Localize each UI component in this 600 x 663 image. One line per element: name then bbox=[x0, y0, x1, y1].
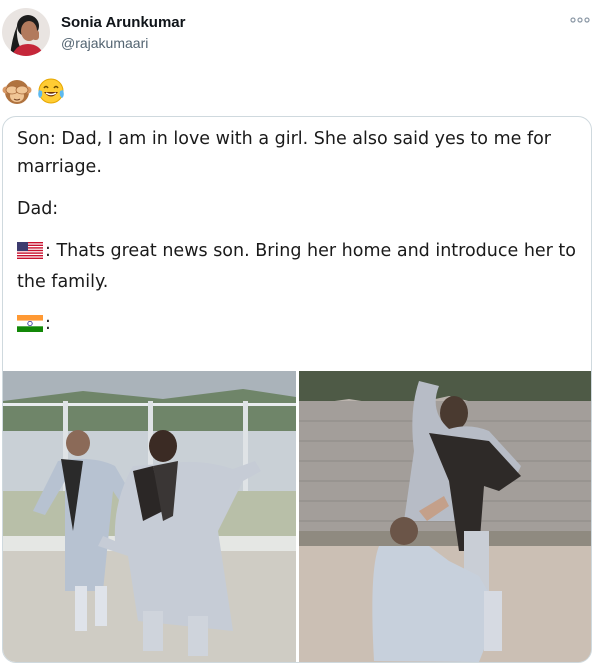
india-flag-icon bbox=[17, 313, 43, 341]
meme-text-block: Son: Dad, I am in love with a girl. She … bbox=[17, 125, 577, 341]
meme-india-text: : bbox=[45, 314, 51, 334]
tweet-emoji-text bbox=[2, 76, 66, 108]
meme-line-us: : Thats great news son. Bring her home a… bbox=[17, 237, 577, 296]
photo-left[interactable] bbox=[3, 371, 296, 662]
see-no-evil-monkey-icon bbox=[2, 76, 32, 106]
us-flag-icon bbox=[17, 240, 43, 268]
photo-right[interactable] bbox=[299, 371, 591, 662]
meme-line-dad: Dad: bbox=[17, 199, 59, 219]
meme-line-india: : bbox=[17, 310, 577, 341]
display-name[interactable]: Sonia Arunkumar bbox=[61, 14, 185, 31]
meme-us-text: : Thats great news son. Bring her home a… bbox=[17, 241, 576, 292]
user-handle[interactable]: @rajakumaari bbox=[61, 35, 148, 51]
more-options-icon[interactable] bbox=[568, 12, 592, 28]
media-card[interactable]: Son: Dad, I am in love with a girl. She … bbox=[2, 116, 592, 663]
tears-of-joy-icon bbox=[36, 76, 66, 106]
avatar[interactable] bbox=[2, 8, 50, 56]
meme-line-son: Son: Dad, I am in love with a girl. She … bbox=[17, 129, 552, 177]
